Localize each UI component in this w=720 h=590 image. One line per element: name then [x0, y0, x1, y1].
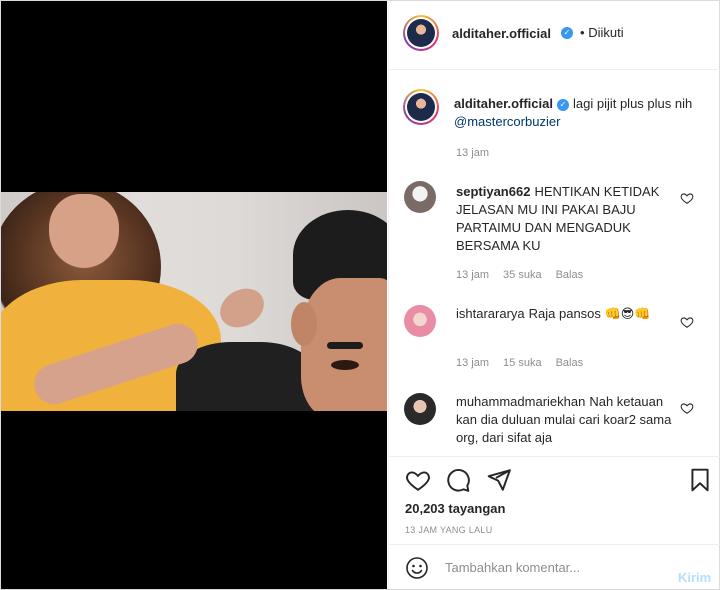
comment-text: Raja pansos 👊😎👊 [528, 306, 651, 321]
man-eye [331, 360, 359, 370]
post-actions: 20,203 tayangan 13 JAM YANG LALU [389, 456, 720, 544]
man-shirt [176, 342, 316, 411]
comment-body: muhammadmariekhan Nah ketauan kan dia dul… [456, 393, 676, 447]
comment-likes[interactable]: 15 suka [503, 357, 542, 369]
comment-input[interactable] [445, 555, 665, 579]
person-face [49, 194, 119, 268]
comment-reply-button[interactable]: Balas [556, 269, 584, 281]
man-brow [327, 342, 363, 349]
commenter-avatar[interactable] [404, 181, 436, 213]
commenter-avatar[interactable] [404, 393, 436, 425]
man-ear [291, 302, 317, 346]
comment-body: ishtarararya Raja pansos 👊😎👊 [456, 305, 676, 323]
comment-meta: 13 jam 15 suka Balas [456, 357, 597, 369]
comment-reply-button[interactable]: Balas [556, 357, 584, 369]
comment-username[interactable]: septiyan662 [456, 184, 530, 199]
comment-likes[interactable]: 35 suka [503, 269, 542, 281]
bookmark-icon[interactable] [687, 467, 713, 493]
comments-list[interactable]: alditaher.official ✓ lagi pijit plus plus … [389, 71, 720, 455]
comment-time[interactable]: 13 jam [456, 269, 489, 281]
caption: alditaher.official ✓ lagi pijit plus plus … [454, 95, 694, 131]
verified-badge-icon: ✓ [556, 98, 569, 111]
comment-username[interactable]: ishtarararya [456, 306, 525, 321]
comment-icon[interactable] [445, 467, 471, 493]
heart-icon[interactable] [405, 467, 431, 493]
comment-heart-icon[interactable] [680, 401, 694, 415]
comment-time[interactable]: 13 jam [456, 357, 489, 369]
caption-time[interactable]: 13 jam [456, 147, 489, 159]
author-avatar[interactable] [403, 15, 439, 51]
post-side-panel: alditaher.official ✓ • Diikuti alditaher… [388, 1, 720, 589]
comment-heart-icon[interactable] [680, 315, 694, 329]
paper-plane-icon[interactable] [486, 467, 512, 493]
caption-username[interactable]: alditaher.official [454, 96, 553, 111]
video-frame[interactable] [1, 192, 387, 411]
post-header: alditaher.official ✓ • Diikuti [389, 1, 720, 70]
comment-heart-icon[interactable] [680, 191, 694, 205]
commenter-avatar[interactable] [404, 305, 436, 337]
comment-meta: 13 jam 35 suka Balas [456, 269, 597, 281]
follow-status[interactable]: • Diikuti [580, 25, 624, 40]
post-media[interactable] [1, 1, 387, 589]
view-count[interactable]: 20,203 tayangan [405, 501, 505, 516]
caption-author-avatar[interactable] [403, 89, 439, 125]
caption-mention[interactable]: @mastercorbuzier [454, 114, 560, 129]
caption-text: lagi pijit plus plus nih [572, 96, 693, 111]
follow-label: Diikuti [588, 25, 624, 40]
post-comment-button[interactable]: Kirim [678, 570, 711, 585]
comment-username[interactable]: muhammadmariekhan [456, 394, 585, 409]
separator-dot: • [580, 25, 585, 40]
author-username[interactable]: alditaher.official [452, 26, 551, 41]
smiley-icon[interactable] [405, 556, 429, 580]
post-timestamp[interactable]: 13 JAM YANG LALU [405, 525, 493, 535]
add-comment-bar: Kirim [389, 544, 720, 589]
verified-badge-icon: ✓ [561, 27, 573, 39]
comment-body: septiyan662 HENTIKAN KETIDAK JELASAN MU I… [456, 183, 676, 255]
